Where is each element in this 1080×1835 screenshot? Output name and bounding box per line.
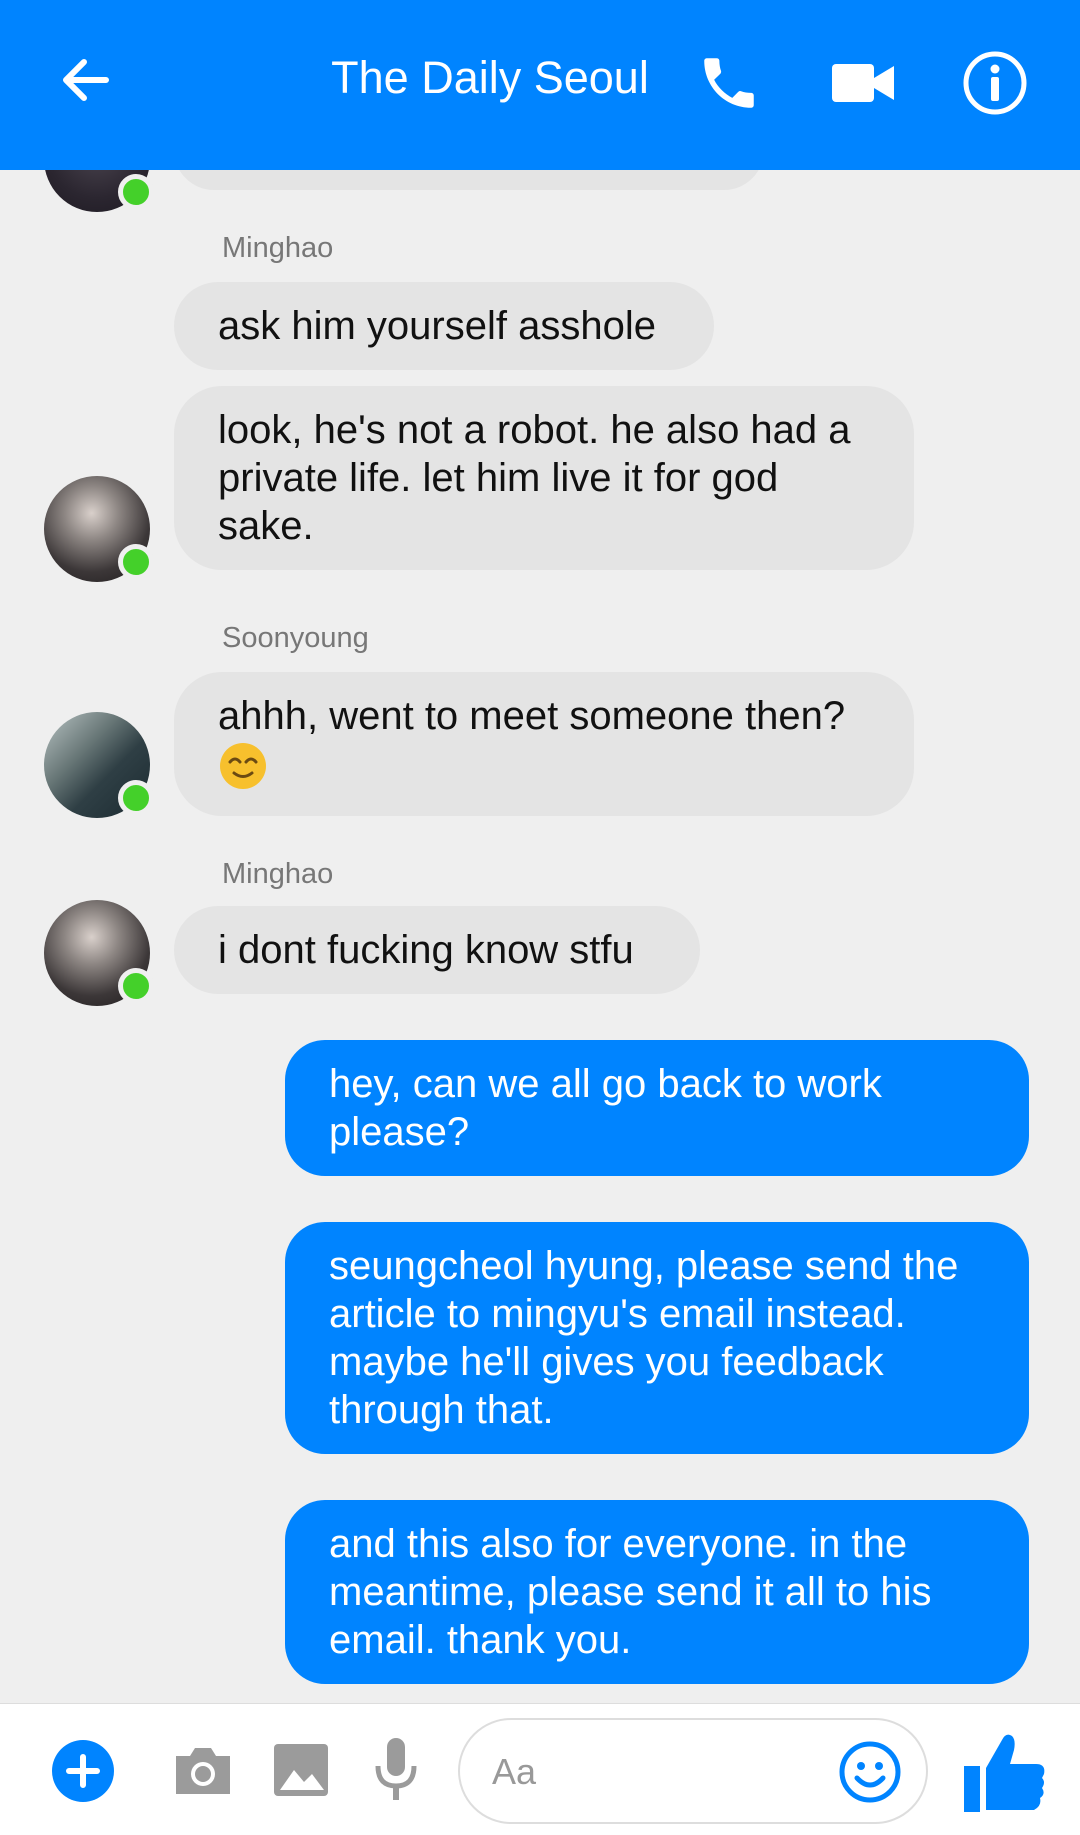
plus-icon[interactable] <box>52 1740 114 1802</box>
online-status-indicator <box>118 174 154 210</box>
info-icon[interactable] <box>962 50 1028 116</box>
message-bubble-outgoing[interactable]: hey, can we all go back to work please? <box>285 1040 1029 1176</box>
message-bubble-outgoing[interactable]: and this also for everyone. in the meant… <box>285 1500 1029 1684</box>
message-composer: Aa <box>0 1703 1080 1835</box>
sender-name: Minghao <box>222 232 334 264</box>
message-bubble[interactable]: ask him yourself asshole <box>174 282 714 370</box>
camera-icon[interactable] <box>172 1740 234 1800</box>
online-status-indicator <box>118 544 154 580</box>
phone-icon[interactable] <box>696 50 762 116</box>
video-camera-icon[interactable] <box>830 56 896 110</box>
online-status-indicator <box>118 780 154 816</box>
image-gallery-icon[interactable] <box>272 1740 330 1800</box>
message-bubble[interactable] <box>174 170 764 190</box>
microphone-icon[interactable] <box>372 1736 420 1802</box>
emoji-icon[interactable] <box>838 1740 902 1804</box>
online-status-indicator <box>118 968 154 1004</box>
message-bubble[interactable]: look, he's not a robot. he also had a pr… <box>174 386 914 570</box>
message-input-placeholder: Aa <box>492 1751 537 1792</box>
avatar-minghao[interactable] <box>44 900 154 1006</box>
chat-header: The Daily Seoul <box>0 0 1080 170</box>
message-bubble[interactable]: i dont fucking know stfu <box>174 906 700 994</box>
arrow-left-icon[interactable] <box>56 50 116 110</box>
message-text: ahhh, went to meet someone then? <box>218 694 846 738</box>
message-list[interactable]: Minghao ask him yourself asshole look, h… <box>0 170 1080 1703</box>
message-bubble-outgoing[interactable]: seungcheol hyung, please send the articl… <box>285 1222 1029 1454</box>
avatar-soonyoung[interactable] <box>44 712 154 818</box>
message-bubble[interactable]: ahhh, went to meet someone then? <box>174 672 914 816</box>
avatar[interactable] <box>44 170 154 212</box>
sender-name: Minghao <box>222 858 334 890</box>
avatar-minghao[interactable] <box>44 476 154 582</box>
thumbs-up-icon[interactable] <box>962 1728 1048 1814</box>
conversation-title[interactable]: The Daily Seoul <box>300 52 680 104</box>
smiling-face-emoji-icon <box>220 743 266 790</box>
sender-name: Soonyoung <box>222 622 369 654</box>
